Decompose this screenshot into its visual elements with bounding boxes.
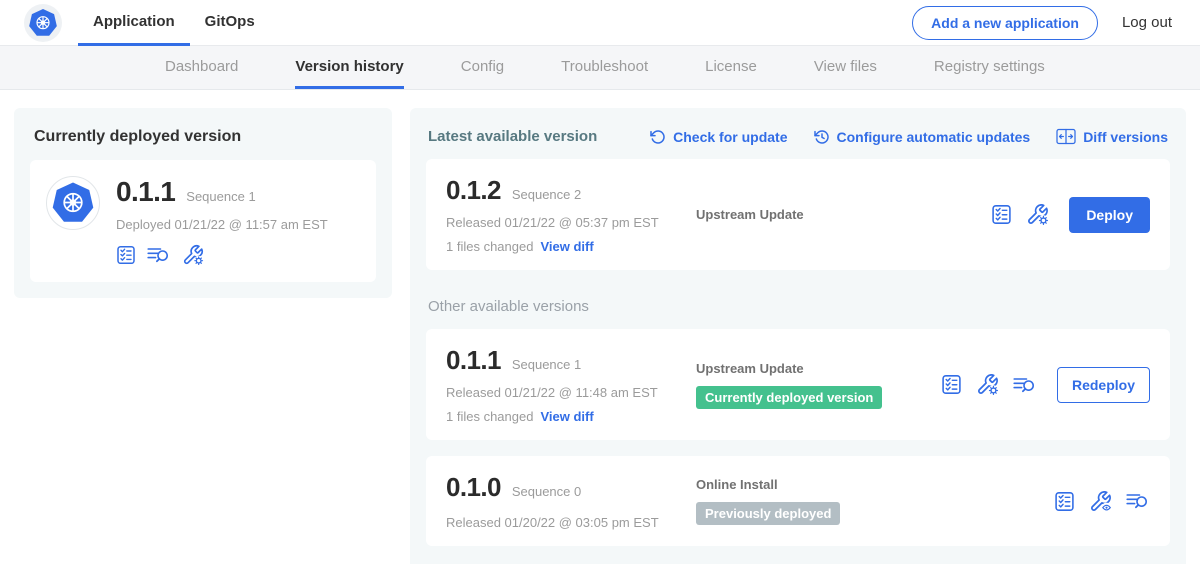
main-content: Currently deployed version 0.1.1 Sequenc…	[0, 90, 1200, 564]
diff-versions-label: Diff versions	[1083, 129, 1168, 145]
currently-deployed-panel: Currently deployed version 0.1.1 Sequenc…	[14, 108, 392, 298]
version-source: Upstream Update Currently deployed versi…	[696, 361, 941, 409]
deploy-logs-icon[interactable]	[1126, 491, 1150, 511]
subtab-registry-settings[interactable]: Registry settings	[934, 46, 1045, 89]
version-source: Online Install Previously deployed	[696, 477, 1054, 525]
version-source: Upstream Update	[696, 207, 991, 222]
deployed-info: 0.1.1 Sequence 1 Deployed 01/21/22 @ 11:…	[116, 176, 328, 266]
view-diff-link[interactable]: View diff	[540, 409, 593, 424]
version-info: 0.1.0 Sequence 0 Released 01/20/22 @ 03:…	[446, 472, 696, 530]
source-label: Online Install	[696, 477, 1054, 492]
released-timestamp: Released 01/20/22 @ 03:05 pm EST	[446, 515, 696, 530]
files-changed-label: 1 files changed	[446, 239, 533, 254]
kubernetes-logo-icon[interactable]	[24, 4, 62, 42]
deploy-logs-icon[interactable]	[147, 245, 171, 265]
version-card-0-1-0: 0.1.0 Sequence 0 Released 01/20/22 @ 03:…	[426, 456, 1170, 546]
app-kubernetes-icon	[46, 176, 100, 230]
view-config-icon[interactable]	[1089, 490, 1112, 513]
edit-config-icon[interactable]	[182, 244, 204, 266]
redeploy-button[interactable]: Redeploy	[1057, 367, 1150, 403]
previously-deployed-badge: Previously deployed	[696, 502, 840, 525]
top-nav: Application GitOps Add a new application…	[0, 0, 1200, 46]
subtab-config[interactable]: Config	[461, 46, 504, 89]
tab-application[interactable]: Application	[78, 0, 190, 46]
edit-config-icon[interactable]	[1026, 203, 1049, 226]
version-info: 0.1.1 Sequence 1 Released 01/21/22 @ 11:…	[446, 345, 696, 424]
sequence-label: Sequence 0	[512, 484, 581, 499]
top-tabs: Application GitOps	[78, 0, 270, 46]
subtab-troubleshoot[interactable]: Troubleshoot	[561, 46, 648, 89]
version-number: 0.1.1	[446, 345, 501, 376]
tab-gitops[interactable]: GitOps	[190, 0, 270, 46]
deployed-version-card: 0.1.1 Sequence 1 Deployed 01/21/22 @ 11:…	[30, 160, 376, 282]
subtab-view-files[interactable]: View files	[814, 46, 877, 89]
top-nav-right: Add a new application Log out	[912, 6, 1172, 40]
deployed-sequence-label: Sequence 1	[186, 189, 255, 204]
deploy-logs-icon[interactable]	[1013, 375, 1037, 395]
deploy-button[interactable]: Deploy	[1069, 197, 1150, 233]
version-number: 0.1.2	[446, 175, 501, 206]
deployed-version-number: 0.1.1	[116, 176, 175, 208]
check-for-update-label: Check for update	[673, 129, 787, 145]
refresh-icon	[650, 129, 666, 145]
logout-link[interactable]: Log out	[1122, 14, 1172, 31]
source-label: Upstream Update	[696, 207, 991, 222]
subtab-license[interactable]: License	[705, 46, 757, 89]
other-versions-title: Other available versions	[428, 298, 1168, 315]
configure-automatic-updates-link[interactable]: Configure automatic updates	[814, 129, 1031, 145]
app-subnav: Dashboard Version history Config Trouble…	[0, 46, 1200, 90]
configure-automatic-updates-label: Configure automatic updates	[837, 129, 1031, 145]
latest-available-title: Latest available version	[428, 128, 597, 145]
preflight-checks-icon[interactable]	[1054, 491, 1075, 512]
preflight-checks-icon[interactable]	[941, 374, 962, 395]
sequence-label: Sequence 2	[512, 187, 581, 202]
diff-versions-link[interactable]: Diff versions	[1056, 128, 1168, 145]
released-timestamp: Released 01/21/22 @ 05:37 pm EST	[446, 215, 696, 230]
preflight-checks-icon[interactable]	[116, 245, 136, 265]
available-versions-panel: Latest available version Check for updat…	[410, 108, 1186, 564]
files-changed-label: 1 files changed	[446, 409, 533, 424]
edit-config-icon[interactable]	[976, 373, 999, 396]
add-application-button[interactable]: Add a new application	[912, 6, 1098, 40]
subtab-version-history[interactable]: Version history	[295, 46, 403, 89]
version-number: 0.1.0	[446, 472, 501, 503]
released-timestamp: Released 01/21/22 @ 11:48 am EST	[446, 385, 696, 400]
view-diff-link[interactable]: View diff	[540, 239, 593, 254]
check-for-update-link[interactable]: Check for update	[650, 129, 787, 145]
version-card-0-1-1: 0.1.1 Sequence 1 Released 01/21/22 @ 11:…	[426, 329, 1170, 440]
version-info: 0.1.2 Sequence 2 Released 01/21/22 @ 05:…	[446, 175, 696, 254]
subtab-dashboard[interactable]: Dashboard	[165, 46, 238, 89]
currently-deployed-badge: Currently deployed version	[696, 386, 882, 409]
deployed-panel-title: Currently deployed version	[34, 128, 372, 146]
sequence-label: Sequence 1	[512, 357, 581, 372]
diff-icon	[1056, 128, 1076, 145]
preflight-checks-icon[interactable]	[991, 204, 1012, 225]
auto-update-clock-icon	[814, 129, 830, 145]
source-label: Upstream Update	[696, 361, 941, 376]
version-card-0-1-2: 0.1.2 Sequence 2 Released 01/21/22 @ 05:…	[426, 159, 1170, 270]
deployed-timestamp: Deployed 01/21/22 @ 11:57 am EST	[116, 217, 328, 232]
